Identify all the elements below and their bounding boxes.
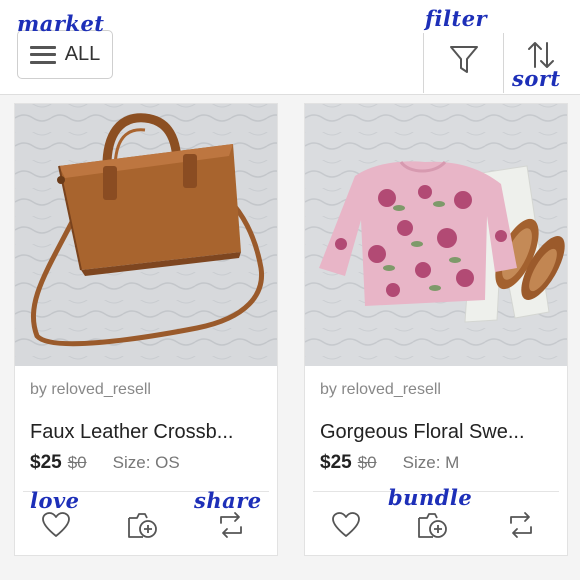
annotation-sort: sort: [512, 66, 561, 91]
bottom-strip: [0, 572, 580, 580]
share-button[interactable]: [504, 508, 538, 542]
market-button[interactable]: ALL: [17, 30, 113, 79]
price: $25: [30, 452, 62, 473]
share-button[interactable]: [214, 508, 248, 542]
heart-icon: [332, 512, 360, 537]
annotation-love: love: [30, 488, 80, 513]
size-label: Size: OS: [112, 453, 180, 472]
original-price: $0: [357, 453, 377, 472]
seller-name[interactable]: by reloved_resell: [320, 381, 441, 399]
heart-icon: [42, 512, 70, 537]
bundle-button[interactable]: [126, 508, 160, 542]
annotation-market: market: [17, 11, 105, 36]
like-button[interactable]: [39, 508, 73, 542]
hamburger-icon: [29, 45, 56, 64]
bundle-button[interactable]: [416, 508, 450, 542]
bundle-add-icon: [418, 513, 447, 538]
brown-crossbody-bag-photo[interactable]: [15, 104, 277, 366]
price-row: $25 $0 Size: OS: [30, 452, 180, 474]
seller-name[interactable]: by reloved_resell: [30, 381, 151, 399]
pink-floral-sweater-outfit-photo[interactable]: [305, 104, 567, 366]
share-repost-icon: [220, 512, 242, 538]
annotation-bundle: bundle: [388, 485, 473, 510]
market-button-label: ALL: [64, 43, 101, 65]
price: $25: [320, 452, 352, 473]
price-row: $25 $0 Size: M: [320, 452, 459, 474]
toolbar-divider: [503, 33, 504, 93]
listing-title[interactable]: Faux Leather Crossb...: [30, 421, 268, 444]
annotation-filter: filter: [425, 6, 488, 31]
like-button[interactable]: [329, 508, 363, 542]
share-repost-icon: [510, 512, 532, 538]
annotation-share: share: [194, 488, 262, 513]
size-label: Size: M: [402, 453, 460, 472]
filter-button[interactable]: [425, 30, 503, 90]
bundle-add-icon: [128, 513, 157, 538]
funnel-icon: [450, 46, 478, 73]
toolbar-divider: [423, 33, 424, 93]
original-price: $0: [67, 453, 87, 472]
listing-title[interactable]: Gorgeous Floral Swe...: [320, 421, 558, 444]
